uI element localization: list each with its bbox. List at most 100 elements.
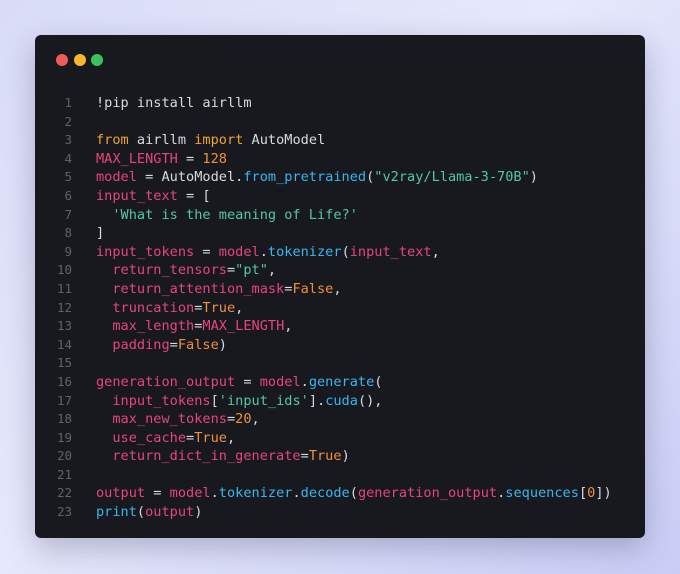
- code-token: .: [210, 485, 219, 502]
- code-line: 22 output = model.tokenizer.decode(genera…: [35, 484, 645, 503]
- code-token: input_tokens: [96, 243, 195, 260]
- code-text: padding=False): [96, 336, 227, 355]
- line-number: 9: [64, 243, 72, 259]
- code-token: output: [145, 504, 195, 521]
- code-token: !pip install airllm: [96, 95, 252, 111]
- line-number: 6: [64, 187, 72, 203]
- code-token: ): [341, 448, 350, 465]
- code-token: from: [96, 132, 129, 149]
- code-token: (: [349, 485, 358, 502]
- code-token: tokenizer: [218, 485, 293, 502]
- code-token: generate: [308, 373, 375, 390]
- line-number: 23: [56, 504, 72, 520]
- code-token: return_tensors: [112, 262, 227, 279]
- code-token: "v2ray/Llama-3-70B": [374, 169, 530, 186]
- window-titlebar: [35, 35, 645, 85]
- close-window-dot-icon[interactable]: [56, 53, 68, 66]
- code-token: [: [210, 392, 219, 409]
- code-line: 13 max_length=MAX_LENGTH,: [35, 317, 645, 336]
- code-text: input_tokens = model.tokenizer(input_tex…: [96, 243, 440, 262]
- code-token: return_dict_in_generate: [112, 448, 301, 465]
- code-text: print(output): [96, 503, 202, 522]
- code-line: 23 print(output): [35, 503, 645, 522]
- line-number: 7: [64, 206, 72, 222]
- code-window: 1 !pip install airllm 2 3 from airllm import…: [35, 35, 645, 538]
- minimize-window-dot-icon[interactable]: [73, 53, 86, 66]
- line-number: 17: [56, 392, 72, 408]
- code-token: MAX_LENGTH: [202, 318, 285, 335]
- line-number: 8: [64, 225, 72, 241]
- code-token: max_new_tokens: [112, 411, 227, 428]
- code-token: True: [194, 429, 227, 446]
- code-token: ]: [96, 225, 105, 242]
- code-token: (: [374, 373, 383, 390]
- code-text: input_text = [: [96, 187, 211, 206]
- code-token: input_tokens: [112, 392, 211, 409]
- line-number: 19: [56, 429, 72, 445]
- line-number: 12: [56, 299, 72, 315]
- code-token: ]): [595, 485, 612, 502]
- code-token: ,: [226, 429, 236, 446]
- code-text: from airllm import AutoModel: [96, 131, 325, 150]
- code-token: print: [96, 504, 137, 521]
- code-text: 'What is the meaning of Life?': [96, 206, 358, 225]
- line-number: 16: [56, 373, 72, 389]
- code-token: model: [259, 373, 301, 390]
- line-number: 18: [56, 411, 72, 427]
- code-token: (: [341, 243, 350, 260]
- line-number: 15: [56, 355, 72, 371]
- code-token: =: [194, 243, 219, 260]
- code-token: cuda: [325, 392, 358, 409]
- code-line: 3 from airllm import AutoModel: [35, 131, 645, 150]
- code-line: 14 padding=False): [35, 336, 645, 355]
- code-text: max_length=MAX_LENGTH,: [96, 317, 292, 336]
- code-token: input_text: [96, 187, 178, 204]
- code-token: ,: [284, 318, 293, 335]
- code-token: ].: [308, 392, 326, 409]
- code-line: 4 MAX_LENGTH = 128: [35, 150, 645, 169]
- code-token: generation_output: [357, 485, 498, 502]
- code-token: "pt": [235, 262, 268, 279]
- code-line: 17 input_tokens['input_ids'].cuda(),: [35, 392, 645, 411]
- code-token: padding: [112, 336, 170, 353]
- code-token: ,: [251, 411, 260, 428]
- code-line: 7 'What is the meaning of Life?': [35, 206, 645, 225]
- code-text: !pip install airllm: [96, 94, 252, 113]
- code-token: AutoModel: [243, 132, 326, 149]
- code-token: decode: [300, 485, 350, 502]
- code-line: 19 use_cache=True,: [35, 429, 645, 448]
- code-token: =: [226, 411, 236, 428]
- code-token: =: [145, 485, 170, 502]
- code-text: return_dict_in_generate=True): [96, 447, 350, 466]
- code-line: 12 truncation=True,: [35, 299, 645, 318]
- line-number: 20: [56, 448, 72, 464]
- code-line: 6 input_text = [: [35, 187, 645, 206]
- code-token: model: [96, 169, 137, 186]
- code-token: 128: [202, 150, 227, 167]
- code-line: 16 generation_output = model.generate(: [35, 373, 645, 392]
- code-text: max_new_tokens=20,: [96, 410, 260, 429]
- code-token: generation_output: [96, 373, 236, 390]
- code-token: False: [177, 336, 219, 353]
- code-line: 5 model = AutoModel.from_pretrained("v2ra…: [35, 168, 645, 187]
- code-token: =: [235, 373, 260, 390]
- code-token: ,: [333, 280, 342, 297]
- code-token: False: [292, 280, 334, 297]
- line-number: 14: [56, 336, 72, 352]
- line-number: 1: [64, 95, 72, 110]
- code-text: input_tokens['input_ids'].cuda(),: [96, 392, 382, 411]
- line-number: 10: [56, 262, 72, 278]
- line-number: 13: [56, 318, 72, 334]
- code-line: 15: [35, 354, 645, 373]
- line-number: 11: [56, 280, 72, 296]
- maximize-window-dot-icon[interactable]: [91, 53, 103, 66]
- code-line: 21: [35, 466, 645, 485]
